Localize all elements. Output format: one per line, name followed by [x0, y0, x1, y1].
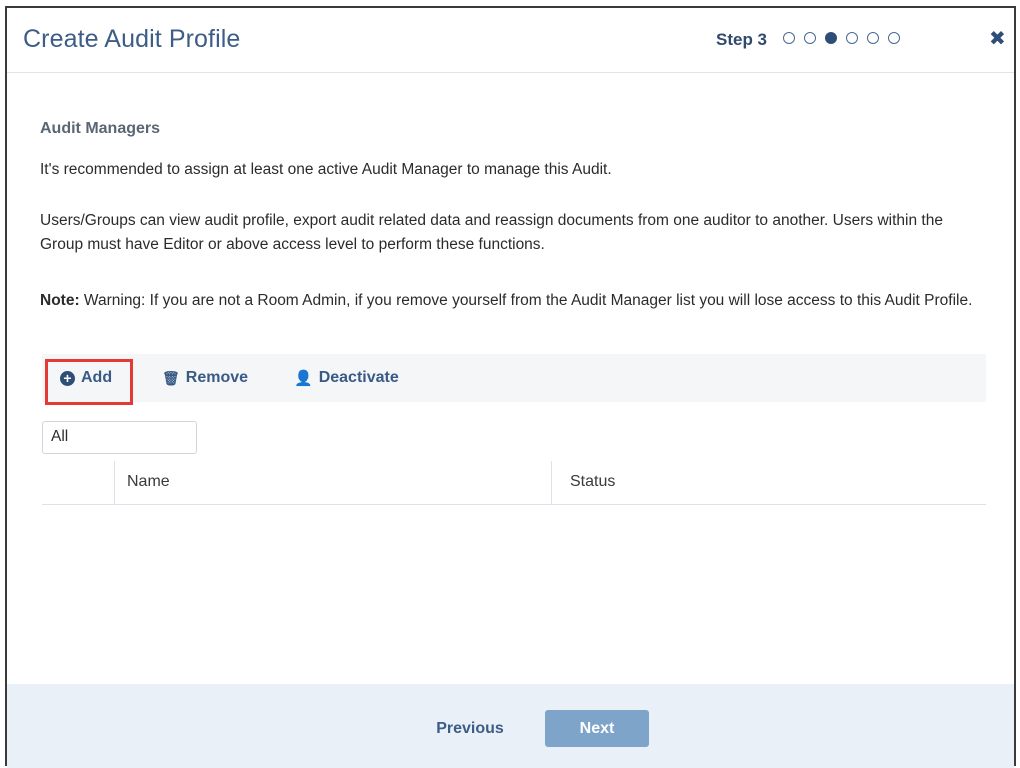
note-label: Note: [40, 292, 80, 309]
step-indicator [783, 32, 900, 44]
step-dot [783, 32, 795, 44]
note-text: Note: Warning: If you are not a Room Adm… [40, 289, 985, 313]
previous-button[interactable]: Previous [425, 710, 515, 747]
close-icon[interactable]: ✖ [989, 29, 1006, 49]
recommendation-text: It's recommended to assign at least one … [40, 161, 612, 178]
column-divider [551, 461, 552, 504]
status-filter-select[interactable]: All [42, 421, 197, 454]
deactivate-button-label: Deactivate [318, 369, 399, 386]
dialog-title: Create Audit Profile [23, 25, 241, 53]
step-label: Step 3 [716, 30, 768, 49]
column-divider [114, 461, 115, 504]
create-audit-profile-dialog: Create Audit Profile Step 3 ✖ Audit Mana… [5, 6, 1016, 768]
remove-button-label: Remove [185, 369, 249, 386]
column-header-status[interactable]: Status [570, 473, 615, 491]
section-title: Audit Managers [40, 120, 161, 137]
dialog-footer: Previous Next [7, 684, 1014, 768]
managers-toolbar: + Add 🗑 Remove 👤 Deactivate [42, 354, 986, 402]
step-dot [867, 32, 879, 44]
step-dot-current [825, 32, 837, 44]
add-button-label: Add [81, 369, 113, 386]
step-dot [888, 32, 900, 44]
column-header-name[interactable]: Name [127, 473, 170, 491]
add-button[interactable]: + Add [60, 367, 112, 389]
permissions-text: Users/Groups can view audit profile, exp… [40, 212, 943, 253]
user-x-icon: 👤 [294, 370, 313, 387]
remove-button[interactable]: 🗑 Remove [162, 367, 248, 389]
managers-grid-header: Name Status [42, 461, 986, 505]
note-body: Warning: If you are not a Room Admin, if… [79, 292, 973, 309]
trash-icon: 🗑 [162, 369, 180, 386]
next-button[interactable]: Next [545, 710, 649, 747]
deactivate-button[interactable]: 👤 Deactivate [294, 367, 399, 389]
step-dot [804, 32, 816, 44]
step-dot [846, 32, 858, 44]
dialog-header: Create Audit Profile Step 3 ✖ [7, 8, 1014, 73]
circle-plus-icon: + [60, 370, 75, 386]
